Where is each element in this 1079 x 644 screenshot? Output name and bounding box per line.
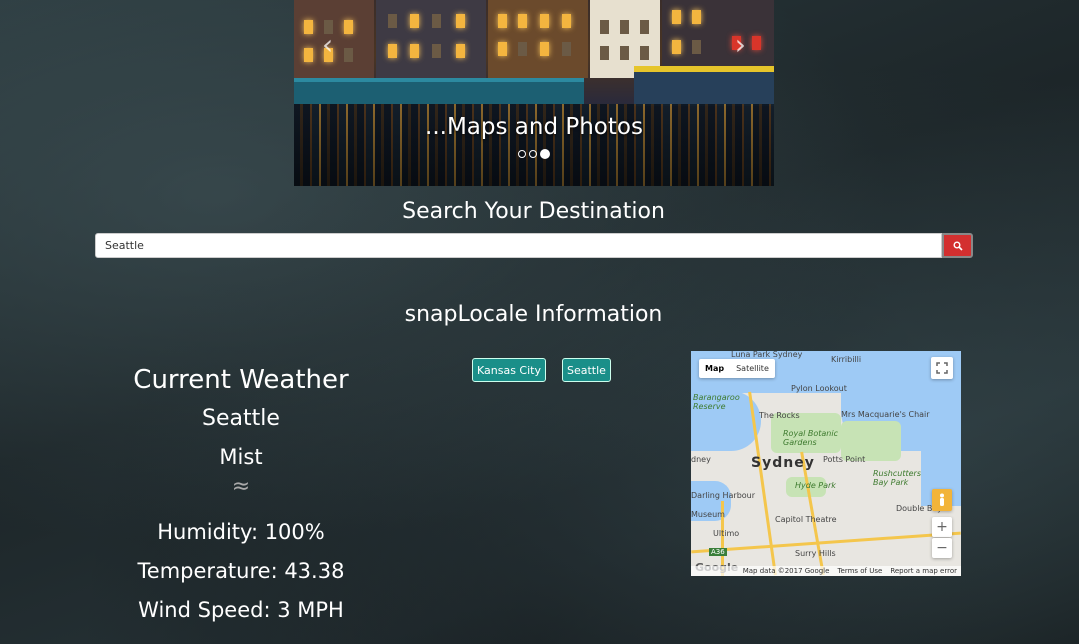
history-chip-seattle[interactable]: Seattle [562,358,611,382]
map-data-credit: Map data ©2017 Google [742,567,830,575]
map-attribution: Map data ©2017 Google Terms of Use Repor… [691,566,961,576]
map-label-pylon: Pylon Lookout [791,384,847,393]
history-chip-kansas-city[interactable]: Kansas City [472,358,546,382]
map-label-potts-point: Potts Point [823,455,866,464]
search-input[interactable] [95,233,942,258]
weather-panel: Current Weather Seattle Mist ≈ Humidity:… [91,364,391,623]
map-label-rushcutters: Rushcutters Bay Park [873,469,921,487]
map-label-surry-hills: Surry Hills [795,549,836,558]
weather-city: Seattle [202,406,280,431]
weather-wind: Wind Speed: 3 MPH [138,598,344,622]
search-history: Kansas City Seattle [472,358,611,382]
map-label-sydney: Sydney [751,455,815,471]
carousel-indicators [518,149,550,159]
map-label-kirribilli: Kirribilli [831,355,862,364]
map-label-luna-park: Luna Park Sydney [731,351,803,359]
map-label-museum: Museum [691,510,725,519]
fullscreen-icon[interactable] [931,357,953,379]
carousel-caption: ...Maps and Photos [425,114,643,140]
map-label-darling-harbour: Darling Harbour [691,491,756,500]
map-label-capitol: Capitol Theatre [775,515,837,524]
zoom-out-icon[interactable]: − [932,538,952,558]
search-button[interactable] [942,233,973,258]
map-type-map-button[interactable]: Map [699,359,730,378]
map-label-mrs-macquarie: Mrs Macquarie's Chair [841,410,930,419]
chevron-right-icon[interactable]: › [735,28,746,61]
map-type-satellite-button[interactable]: Satellite [730,359,775,378]
map-label-barangaroo: Barangaroo Reserve [693,393,740,411]
weather-description: Mist [219,445,263,469]
terms-of-use-link[interactable]: Terms of Use [837,566,882,576]
map-label-rocks: The Rocks [759,411,800,420]
carousel-indicator-2[interactable] [529,150,537,158]
map-label-ultimo: Ultimo [713,529,740,538]
carousel-indicator-3[interactable] [540,149,550,159]
map-label-botanic: Royal Botanic Gardens [783,429,838,447]
mist-icon: ≈ [231,474,251,499]
zoom-in-icon[interactable]: + [932,517,952,537]
search-title: Search Your Destination [402,199,665,224]
pegman-icon[interactable] [932,489,952,511]
map-type-control: Map Satellite [699,359,775,378]
chevron-left-icon[interactable]: ‹ [322,28,333,61]
map-label-a36: A36 [709,548,727,556]
search-icon [953,241,963,251]
weather-temperature: Temperature: 43.38 [137,559,345,583]
carousel-image [294,0,374,78]
weather-heading: Current Weather [133,365,349,395]
map-widget[interactable]: Luna Park Sydney Kirribilli Pylon Lookou… [691,351,961,576]
weather-humidity: Humidity: 100% [157,520,325,544]
map-label-hyde-park: Hyde Park [795,481,836,490]
carousel-indicator-1[interactable] [518,150,526,158]
report-map-error-link[interactable]: Report a map error [890,566,957,576]
info-title: snapLocale Information [404,302,663,327]
map-label-sydney-west: dney [691,455,711,464]
hero-carousel: ‹ › ...Maps and Photos [294,0,774,186]
